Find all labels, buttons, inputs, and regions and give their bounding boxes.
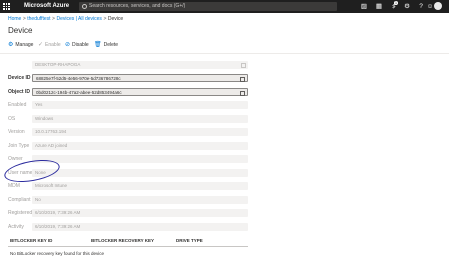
account-avatar[interactable] [434, 2, 442, 10]
brand-title[interactable]: Microsoft Azure [24, 2, 69, 11]
field-user-name: User name None [0, 169, 449, 177]
device-name-value: DESKTOP-RHAPOGA [32, 61, 248, 69]
notification-count-badge: 1 [394, 1, 398, 5]
field-compliant: Compliant No [0, 196, 449, 204]
field-value: 0bd0212c-194b-47a2-abee-52d853494a6c [36, 90, 122, 95]
bitlocker-table-header: BITLOCKER KEY ID BITLOCKER RECOVERY KEY … [0, 236, 449, 245]
copy-icon[interactable] [240, 77, 245, 82]
field-label: Owner [8, 156, 23, 162]
global-search-box[interactable]: Search resources, services, and docs (G+… [79, 2, 337, 11]
breadcrumb: Home > thedufftest > Devices | All devices > D… [8, 16, 123, 23]
join-type-value: Azure AD joined [32, 142, 248, 150]
breadcrumb-devices[interactable]: Devices | All devices [56, 16, 101, 22]
field-label: Enabled [8, 102, 27, 108]
field-label: OS [8, 116, 16, 122]
field-label: Device ID [8, 75, 31, 81]
field-activity: Activity 6/10/2019, 7:39:26 AM [0, 223, 449, 231]
field-label: Activity [8, 224, 24, 230]
breadcrumb-separator: > [22, 16, 26, 22]
bitlocker-empty-message: No BitLocker recovery key found for this… [10, 251, 105, 256]
compliant-value: No [32, 196, 248, 204]
breadcrumb-separator: > [52, 16, 55, 22]
block-icon: ⊘ [65, 42, 71, 48]
object-id-value: 0bd0212c-194b-47a2-abee-52d853494a6c [32, 88, 248, 96]
top-bar: Microsoft Azure Search resources, servic… [0, 0, 449, 13]
field-label: Version [8, 129, 25, 135]
activity-value: 6/10/2019, 7:39:26 AM [32, 223, 248, 231]
cloud-shell-icon[interactable]: ▨ [358, 1, 370, 12]
page-title: Device [8, 26, 33, 35]
manage-button[interactable]: ⚙ Manage [8, 40, 33, 51]
breadcrumb-home[interactable]: Home [8, 16, 21, 22]
copy-icon[interactable] [241, 63, 246, 68]
field-value: 6/10/2019, 7:39:26 AM [35, 224, 81, 229]
enable-label: Enable [45, 42, 61, 48]
field-value: 10.0.17763.194 [35, 129, 67, 134]
breadcrumb-current: Device [107, 16, 124, 22]
command-bar: ⚙ Manage ✓ Enable ⊘ Disable 🗑 Delete [0, 40, 449, 51]
column-header-drive-type[interactable]: DRIVE TYPE [176, 236, 203, 245]
search-placeholder: Search resources, services, and docs (G+… [89, 3, 186, 9]
field-label: User name [8, 170, 33, 176]
field-os: OS Windows [0, 115, 449, 123]
table-divider [8, 246, 248, 247]
directory-filter-icon[interactable]: ▦ [373, 1, 385, 12]
version-value: 10.0.17763.194 [32, 128, 248, 136]
enabled-value: Yes [32, 101, 248, 109]
app-launcher-icon[interactable] [3, 3, 10, 10]
field-value: None [35, 170, 46, 175]
field-value: DESKTOP-RHAPOGA [35, 62, 81, 67]
manage-label: Manage [15, 42, 34, 48]
command-bar-divider [0, 53, 449, 54]
field-object-id: Object ID 0bd0212c-194b-47a2-abee-52d853… [0, 88, 449, 96]
field-value: Windows [35, 116, 54, 121]
os-value: Windows [32, 115, 248, 123]
registered-value: 6/10/2019, 7:39:26 AM [32, 209, 248, 217]
enable-button[interactable]: ✓ Enable [38, 40, 61, 51]
field-value: No [35, 197, 41, 202]
field-registered: Registered 6/10/2019, 7:39:26 AM [0, 209, 449, 217]
delete-label: Delete [103, 42, 119, 48]
field-owner: Owner [0, 155, 449, 163]
settings-icon[interactable]: ⚙ [401, 1, 413, 12]
field-enabled: Enabled Yes [0, 101, 449, 109]
gear-icon: ⚙ [8, 42, 14, 48]
field-label: Compliant [8, 197, 31, 203]
device-id-value: 68825e7f-52d5-4e56-970e-5d736786728c [32, 74, 248, 82]
breadcrumb-tenant[interactable]: thedufftest [27, 16, 50, 22]
mdm-value: Microsoft Intune [32, 182, 248, 190]
field-label: Object ID [8, 89, 30, 95]
field-label: Join Type [8, 143, 30, 149]
field-label: MDM [8, 183, 20, 189]
field-value: Azure AD joined [35, 143, 68, 148]
field-value: 68825e7f-52d5-4e56-970e-5d736786728c [36, 76, 121, 81]
field-value: Yes [35, 102, 43, 107]
breadcrumb-separator: > [103, 16, 107, 22]
checkmark-icon: ✓ [38, 42, 44, 48]
field-version: Version 10.0.17763.194 [0, 128, 449, 136]
copy-icon[interactable] [240, 91, 245, 96]
search-icon [82, 4, 87, 9]
field-device-id: Device ID 68825e7f-52d5-4e56-970e-5d7367… [0, 74, 449, 82]
owner-value [32, 155, 248, 163]
field-label: Registered [8, 210, 33, 216]
delete-button[interactable]: 🗑 Delete [94, 40, 118, 51]
user-name-value: None [32, 169, 248, 177]
disable-button[interactable]: ⊘ Disable [65, 40, 89, 51]
field-mdm: MDM Microsoft Intune [0, 182, 449, 190]
disable-label: Disable [72, 42, 89, 48]
field-join-type: Join Type Azure AD joined [0, 142, 449, 150]
field-value: 6/10/2019, 7:39:26 AM [35, 210, 81, 215]
column-header-recovery-key[interactable]: BITLOCKER RECOVERY KEY [91, 236, 154, 245]
field-device-name: DESKTOP-RHAPOGA [0, 61, 449, 69]
column-header-key-id[interactable]: BITLOCKER KEY ID [10, 236, 52, 245]
field-value: Microsoft Intune [35, 183, 68, 188]
trash-icon: 🗑 [94, 42, 102, 48]
